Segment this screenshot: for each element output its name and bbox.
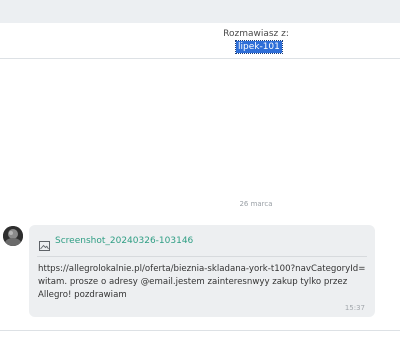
date-separator: 26 marca: [239, 200, 273, 208]
message-time: 15:37: [344, 304, 365, 312]
image-icon: [39, 236, 50, 251]
avatar: [3, 226, 23, 246]
talk-with-label: Rozmawiasz z:: [223, 29, 289, 39]
conversation-header: Rozmawiasz z: lipek-101: [0, 23, 400, 59]
divider: [0, 330, 400, 331]
attachment[interactable]: Screenshot_20240326-103146: [39, 235, 193, 251]
message-bubble: Screenshot_20240326-103146 https://alleg…: [29, 225, 375, 317]
message-text: https://allegrolokalnie.pl/oferta/biezni…: [38, 264, 366, 300]
attachment-filename-link[interactable]: Screenshot_20240326-103146: [55, 236, 193, 246]
top-bar: [0, 0, 400, 23]
divider: [37, 256, 367, 257]
avatar-image: [3, 226, 23, 246]
conversation-username-link[interactable]: lipek-101: [235, 40, 283, 54]
